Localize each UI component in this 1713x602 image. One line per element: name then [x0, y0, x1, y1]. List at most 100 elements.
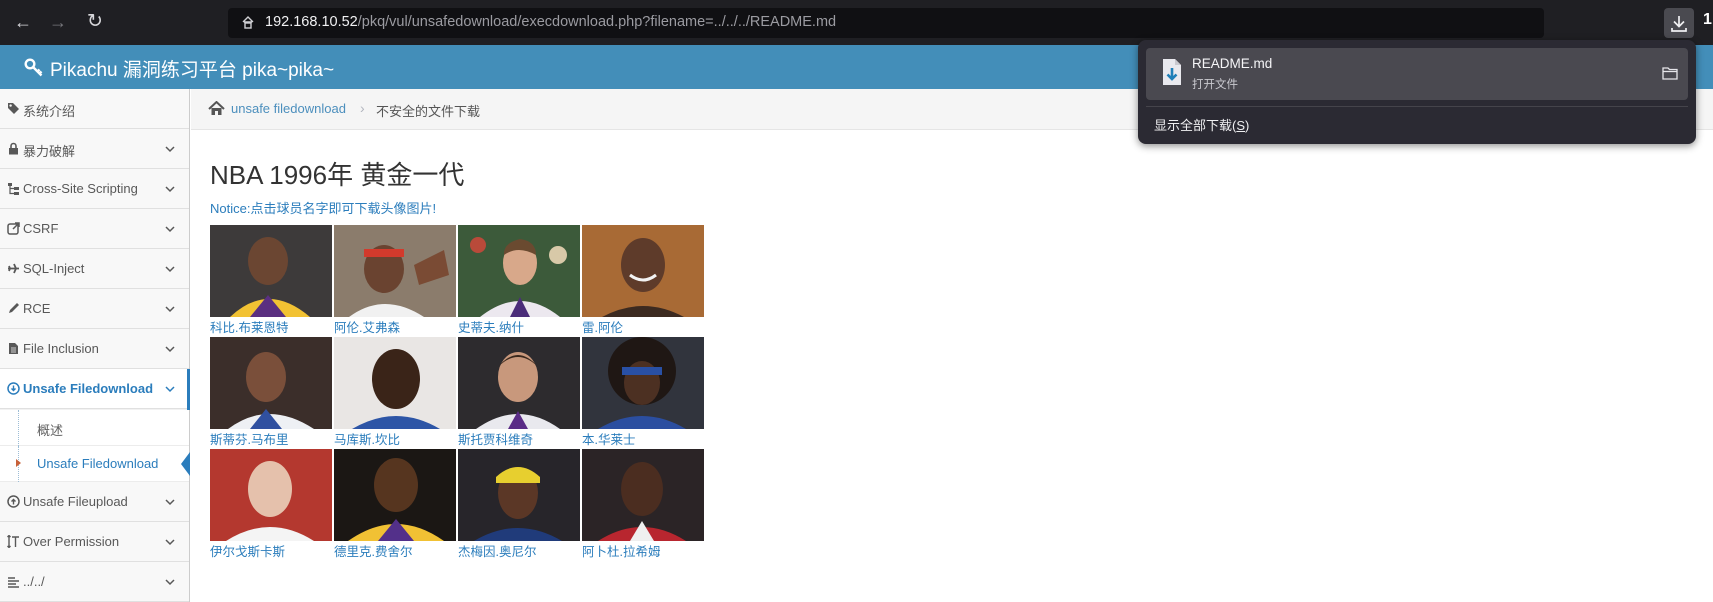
sidebar-item-label: SQL-Inject: [23, 261, 85, 276]
sidebar-item-label: File Inclusion: [23, 341, 99, 356]
player-card: 马库斯.坎比: [334, 337, 456, 448]
breadcrumb-separator: ›: [360, 100, 365, 116]
player-download-link[interactable]: 斯蒂芬.马布里: [210, 429, 288, 448]
reload-button[interactable]: ↻: [84, 11, 106, 33]
player-download-link[interactable]: 雷.阿伦: [582, 317, 623, 336]
folder-icon[interactable]: [1662, 66, 1678, 80]
address-bar[interactable]: 192.168.10.52/pkq/vul/unsafedownload/exe…: [228, 8, 1544, 38]
sidebar-item-intro[interactable]: 系统介绍: [0, 89, 189, 129]
back-button[interactable]: ←: [12, 11, 34, 33]
player-card: 斯蒂芬.马布里: [210, 337, 332, 448]
show-all-accesskey: S: [1236, 118, 1246, 133]
active-pointer-icon: [181, 452, 190, 476]
sidebar-item-dir-traversal[interactable]: ../../: [0, 562, 189, 602]
downloads-button[interactable]: [1664, 8, 1694, 38]
tags-icon: [8, 103, 19, 114]
sidebar-item-xss[interactable]: Cross-Site Scripting: [0, 169, 189, 209]
site-title[interactable]: Pikachu 漏洞练习平台 pika~pika~: [50, 55, 334, 82]
sidebar-item-unsafe-fileupload[interactable]: Unsafe Fileupload: [0, 482, 189, 522]
chevron-down-icon: [165, 146, 175, 153]
divider: [1146, 106, 1688, 107]
player-photo: [334, 337, 456, 429]
player-card: 本.华莱士: [582, 337, 704, 448]
sidebar-item-file-inclusion[interactable]: File Inclusion: [0, 329, 189, 369]
page-info-icon[interactable]: [240, 15, 256, 31]
chevron-down-icon: [165, 346, 175, 353]
file-icon: [9, 343, 18, 354]
toolbar-overflow-glyph: 1: [1703, 11, 1712, 28]
browser-toolbar: ← → ↻ 192.168.10.52/pkq/vul/unsafedownlo…: [0, 0, 1713, 45]
sidebar-item-brute-force[interactable]: 暴力破解: [0, 129, 189, 169]
sidebar-item-label: Over Permission: [23, 534, 120, 549]
player-photo: [582, 449, 704, 541]
sidebar-item-unsafe-filedownload[interactable]: Unsafe Filedownload: [0, 369, 190, 410]
chevron-down-icon: [165, 539, 175, 546]
plane-icon: [8, 263, 19, 274]
sidebar-item-over-permission[interactable]: Over Permission: [0, 522, 189, 562]
player-card: 阿伦.艾弗森: [334, 225, 456, 336]
notice-text: Notice:点击球员名字即可下载头像图片!: [210, 201, 437, 216]
page-title: NBA 1996年 黄金一代: [210, 160, 465, 190]
home-icon: [208, 101, 225, 115]
sidebar-item-label: 暴力破解: [23, 144, 76, 159]
player-card: 德里克.费舍尔: [334, 449, 456, 560]
downloads-panel: README.md 打开文件 显示全部下载(S): [1138, 40, 1696, 144]
player-download-link[interactable]: 斯托贾科维奇: [458, 429, 533, 448]
sidebar-item-csrf[interactable]: CSRF: [0, 209, 189, 249]
player-download-link[interactable]: 本.华莱士: [582, 429, 635, 448]
player-photo: [210, 337, 332, 429]
player-card: 雷.阿伦: [582, 225, 704, 336]
sidebar-subitem-label: 概述: [37, 423, 64, 438]
download-item[interactable]: README.md 打开文件: [1146, 48, 1688, 100]
share-icon: [7, 222, 20, 235]
url-text[interactable]: 192.168.10.52/pkq/vul/unsafedownload/exe…: [265, 14, 836, 30]
show-all-label: 显示全部下载(: [1154, 118, 1237, 133]
player-photo: [582, 225, 704, 317]
sidebar-item-label: RCE: [23, 301, 51, 316]
player-download-link[interactable]: 德里克.费舍尔: [334, 541, 412, 560]
show-all-suffix: ): [1245, 118, 1250, 133]
url-host: 192.168.10.52: [265, 14, 358, 30]
breadcrumb-link[interactable]: unsafe filedownload: [231, 101, 346, 116]
upload-circle-icon: [7, 495, 20, 508]
player-card: 杰梅因.奥尼尔: [458, 449, 580, 560]
player-download-link[interactable]: 科比.布莱恩特: [210, 317, 288, 336]
pencil-icon: [9, 303, 19, 313]
player-photo: [334, 225, 456, 317]
sidebar-item-sql-inject[interactable]: SQL-Inject: [0, 249, 189, 289]
player-download-link[interactable]: 阿伦.艾弗森: [334, 317, 400, 336]
player-photo: [582, 337, 704, 429]
chevron-down-icon: [165, 386, 175, 393]
sidebar-subitem-unsafe-filedownload[interactable]: Unsafe Filedownload: [0, 446, 190, 482]
player-photo: [210, 225, 332, 317]
player-download-link[interactable]: 马库斯.坎比: [334, 429, 400, 448]
player-photo: [458, 337, 580, 429]
player-photo: [210, 449, 332, 541]
caret-right-icon: [16, 459, 21, 467]
sidebar-subitem-label: Unsafe Filedownload: [37, 456, 159, 471]
sidebar-subitem-overview[interactable]: 概述: [0, 410, 189, 446]
back-arrow-icon: ←: [14, 12, 32, 32]
forward-button[interactable]: →: [47, 11, 69, 33]
sidebar: 系统介绍 暴力破解 Cross-Site Scripting CSRF SQL-…: [0, 89, 190, 602]
text-height-icon: [7, 535, 19, 548]
player-download-link[interactable]: 杰梅因.奥尼尔: [458, 541, 536, 560]
sidebar-item-label: Cross-Site Scripting: [23, 181, 138, 196]
chevron-down-icon: [165, 306, 175, 313]
sidebar-item-label: 系统介绍: [23, 104, 76, 119]
key-icon: [24, 58, 43, 77]
main-content: NBA 1996年 黄金一代 Notice:点击球员名字即可下载头像图片! 科比…: [191, 131, 1713, 602]
sitemap-icon: [8, 183, 19, 195]
player-photo: [458, 449, 580, 541]
sidebar-item-rce[interactable]: RCE: [0, 289, 189, 329]
player-card: 史蒂夫.纳什: [458, 225, 580, 336]
player-download-link[interactable]: 伊尔戈斯卡斯: [210, 541, 285, 560]
download-circle-icon: [7, 382, 20, 395]
player-download-link[interactable]: 阿卜杜.拉希姆: [582, 541, 660, 560]
chevron-down-icon: [165, 266, 175, 273]
player-download-link[interactable]: 史蒂夫.纳什: [458, 317, 524, 336]
chevron-down-icon: [165, 499, 175, 506]
player-card: 科比.布莱恩特: [210, 225, 332, 336]
show-all-downloads-button[interactable]: 显示全部下载(S): [1154, 115, 1249, 134]
chevron-down-icon: [165, 579, 175, 586]
